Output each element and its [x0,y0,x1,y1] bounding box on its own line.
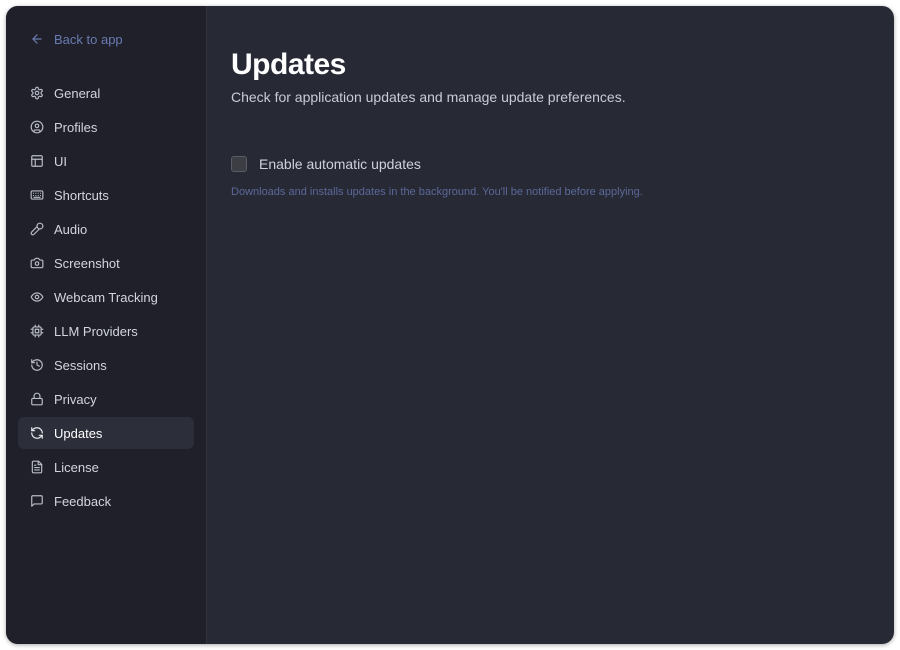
arrow-left-icon [32,34,42,44]
cpu-chip-icon [30,324,44,338]
page-title: Updates [231,48,346,81]
sidebar-item-label: Privacy [54,391,97,407]
sidebar-item-general[interactable]: General [18,77,194,109]
message-icon [30,494,44,508]
sidebar-item-label: UI [54,153,67,169]
auto-update-hint: Downloads and installs updates in the ba… [231,186,643,198]
eye-icon [30,290,44,304]
auto-update-setting: Enable automatic updates Downloads and i… [231,155,870,198]
page-subtitle: Check for application updates and manage… [231,89,626,105]
refresh-icon [30,426,44,440]
sidebar-item-label: Webcam Tracking [54,289,158,305]
camera-icon [30,256,44,270]
sidebar-item-label: LLM Providers [54,323,138,339]
sidebar-item-label: Screenshot [54,255,120,271]
sidebar-item-privacy[interactable]: Privacy [18,383,194,415]
sidebar-item-label: Sessions [54,357,107,373]
document-icon [30,460,44,474]
sidebar-item-label: Audio [54,221,88,237]
sidebar-item-audio[interactable]: Audio [18,213,194,245]
layout-icon [30,154,44,168]
user-circle-icon [30,120,44,134]
back-to-app-label: Back to app [54,31,123,47]
sidebar-item-screenshot[interactable]: Screenshot [18,247,194,279]
settings-content: Updates Check for application updates an… [207,6,894,644]
sidebar-item-profiles[interactable]: Profiles [18,111,194,143]
sidebar-item-label: General [54,85,101,101]
auto-update-row[interactable]: Enable automatic updates [231,155,870,173]
gear-icon [30,86,44,100]
microphone-icon [30,222,44,236]
sidebar-item-updates[interactable]: Updates [18,417,194,449]
auto-update-label: Enable automatic updates [259,156,421,172]
keyboard-icon [30,188,44,202]
sidebar-item-ui[interactable]: UI [18,145,194,177]
back-to-app-link[interactable]: Back to app [18,29,194,49]
sidebar-item-sessions[interactable]: Sessions [18,349,194,381]
sidebar-item-label: Updates [54,425,103,441]
history-icon [30,358,44,372]
sidebar-item-shortcuts[interactable]: Shortcuts [18,179,194,211]
auto-update-checkbox[interactable] [231,156,247,172]
settings-nav: General Profiles UI Shortcuts Audio Scre… [18,77,194,517]
sidebar-item-license[interactable]: License [18,451,194,483]
sidebar-item-label: Feedback [54,493,112,509]
lock-icon [30,392,44,406]
settings-window: Back to app General Profiles UI Shortcut… [6,6,894,644]
sidebar-item-webcam-tracking[interactable]: Webcam Tracking [18,281,194,313]
sidebar-item-label: Shortcuts [54,187,109,203]
settings-sidebar: Back to app General Profiles UI Shortcut… [6,6,207,644]
sidebar-item-feedback[interactable]: Feedback [18,485,194,517]
sidebar-item-label: Profiles [54,119,98,135]
sidebar-item-llm-providers[interactable]: LLM Providers [18,315,194,347]
sidebar-item-label: License [54,459,99,475]
